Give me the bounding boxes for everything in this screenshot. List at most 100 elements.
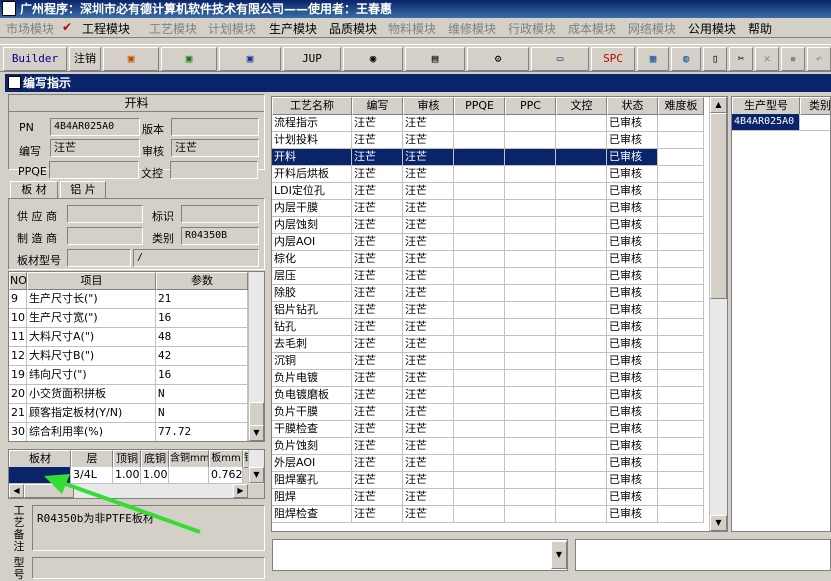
param-value-cell[interactable]: 16 (156, 309, 248, 328)
process-name-cell[interactable]: 沉铜 (272, 353, 352, 370)
process-ppqe-cell[interactable] (454, 200, 505, 217)
process-name-cell[interactable]: 阻焊塞孔 (272, 472, 352, 489)
param-item-cell[interactable]: 生产尺寸宽(") (27, 309, 156, 328)
scroll-left-icon[interactable]: ◀ (9, 484, 24, 498)
process-ppc-cell[interactable] (505, 472, 556, 489)
process-ppc-cell[interactable] (505, 302, 556, 319)
menu-repair[interactable]: 维修模块 (448, 20, 496, 37)
param-item-cell[interactable]: 纬向尺寸(") (27, 366, 156, 385)
process-ctrl-cell[interactable] (556, 506, 607, 523)
globe-icon[interactable]: ◍ (671, 47, 701, 71)
menu-help[interactable]: 帮助 (748, 20, 772, 37)
process-ppqe-cell[interactable] (454, 268, 505, 285)
process-ppc-cell[interactable] (505, 455, 556, 472)
process-difficulty-cell[interactable] (658, 234, 704, 251)
process-ppc-cell[interactable] (505, 200, 556, 217)
process-status-cell[interactable]: 已审核 (607, 285, 658, 302)
process-status-cell[interactable]: 已审核 (607, 455, 658, 472)
type-field[interactable]: R04350B (181, 227, 259, 245)
process-review-cell[interactable]: 汪芒 (403, 285, 454, 302)
process-difficulty-cell[interactable] (658, 421, 704, 438)
cut-icon[interactable]: ✂ (729, 47, 753, 71)
process-ppc-cell[interactable] (505, 115, 556, 132)
process-name-cell[interactable]: 除胶 (272, 285, 352, 302)
process-ppc-cell[interactable] (505, 285, 556, 302)
process-status-cell[interactable]: 已审核 (607, 472, 658, 489)
process-ppc-cell[interactable] (505, 353, 556, 370)
process-review-cell[interactable]: 汪芒 (403, 149, 454, 166)
param-no-cell[interactable]: 21 (9, 404, 27, 423)
ctrl-field[interactable] (170, 161, 258, 179)
process-ppqe-cell[interactable] (454, 472, 505, 489)
process-difficulty-cell[interactable] (658, 285, 704, 302)
new-file-icon[interactable]: ▯ (703, 47, 727, 71)
process-review-cell[interactable]: 汪芒 (403, 421, 454, 438)
process-review-cell[interactable]: 汪芒 (403, 387, 454, 404)
process-ctrl-cell[interactable] (556, 200, 607, 217)
process-review-cell[interactable]: 汪芒 (403, 336, 454, 353)
process-review-cell[interactable]: 汪芒 (403, 115, 454, 132)
process-author-cell[interactable]: 汪芒 (352, 387, 403, 404)
param-value-cell[interactable]: 21 (156, 290, 248, 309)
process-ppqe-cell[interactable] (454, 183, 505, 200)
param-no-cell[interactable]: 10 (9, 309, 27, 328)
process-ppqe-cell[interactable] (454, 489, 505, 506)
process-review-cell[interactable]: 汪芒 (403, 132, 454, 149)
process-difficulty-cell[interactable] (658, 506, 704, 523)
process-ctrl-cell[interactable] (556, 132, 607, 149)
process-ctrl-cell[interactable] (556, 319, 607, 336)
process-ppc-cell[interactable] (505, 183, 556, 200)
process-author-cell[interactable]: 汪芒 (352, 132, 403, 149)
process-difficulty-cell[interactable] (658, 489, 704, 506)
scroll-down-icon-3[interactable]: ▼ (710, 515, 727, 531)
process-status-cell[interactable]: 已审核 (607, 370, 658, 387)
param-item-cell[interactable]: 小交货面积拼板 (27, 385, 156, 404)
process-review-cell[interactable]: 汪芒 (403, 506, 454, 523)
process-status-cell[interactable]: 已审核 (607, 421, 658, 438)
process-difficulty-cell[interactable] (658, 353, 704, 370)
menu-network[interactable]: 网络模块 (628, 20, 676, 37)
process-ppc-cell[interactable] (505, 489, 556, 506)
supplier-field[interactable] (67, 205, 143, 223)
process-difficulty-cell[interactable] (658, 438, 704, 455)
process-status-cell[interactable]: 已审核 (607, 132, 658, 149)
process-review-cell[interactable]: 汪芒 (403, 234, 454, 251)
process-name-cell[interactable]: 开料 (272, 149, 352, 166)
param-value-cell[interactable]: 16 (156, 366, 248, 385)
process-ppc-cell[interactable] (505, 234, 556, 251)
param-no-cell[interactable]: 30 (9, 423, 27, 441)
menu-quality[interactable]: 品质模块 (329, 20, 377, 37)
process-name-cell[interactable]: 钻孔 (272, 319, 352, 336)
process-ppc-cell[interactable] (505, 438, 556, 455)
process-scroll-thumb[interactable] (710, 113, 727, 299)
process-difficulty-cell[interactable] (658, 183, 704, 200)
process-review-cell[interactable]: 汪芒 (403, 217, 454, 234)
model-cell-category[interactable] (800, 114, 830, 131)
process-ppc-cell[interactable] (505, 166, 556, 183)
process-name-cell[interactable]: 层压 (272, 268, 352, 285)
board-vscroll[interactable]: ▼ (248, 450, 264, 484)
menu-admin[interactable]: 行政模块 (508, 20, 556, 37)
builder-button[interactable]: Builder (3, 47, 67, 71)
param-item-cell[interactable]: 生产尺寸长(") (27, 290, 156, 309)
delete-icon[interactable]: ✕ (755, 47, 779, 71)
process-difficulty-cell[interactable] (658, 132, 704, 149)
menu-production[interactable]: 生产模块 (269, 20, 317, 37)
process-ppqe-cell[interactable] (454, 404, 505, 421)
board-cell-board-mm[interactable]: 0.762 (209, 467, 243, 484)
chevron-down-icon[interactable]: ▼ (551, 541, 567, 569)
process-status-cell[interactable]: 已审核 (607, 489, 658, 506)
process-ppqe-cell[interactable] (454, 132, 505, 149)
menu-plan[interactable]: 计划模块 (208, 20, 256, 37)
process-author-cell[interactable]: 汪芒 (352, 149, 403, 166)
process-ctrl-cell[interactable] (556, 438, 607, 455)
process-name-cell[interactable]: 内层干膜 (272, 200, 352, 217)
process-ppqe-cell[interactable] (454, 455, 505, 472)
menu-material[interactable]: 物料模块 (388, 20, 436, 37)
process-difficulty-cell[interactable] (658, 404, 704, 421)
process-ctrl-cell[interactable] (556, 149, 607, 166)
menu-cost[interactable]: 成本模块 (568, 20, 616, 37)
process-ppqe-cell[interactable] (454, 438, 505, 455)
process-author-cell[interactable]: 汪芒 (352, 455, 403, 472)
process-ctrl-cell[interactable] (556, 217, 607, 234)
